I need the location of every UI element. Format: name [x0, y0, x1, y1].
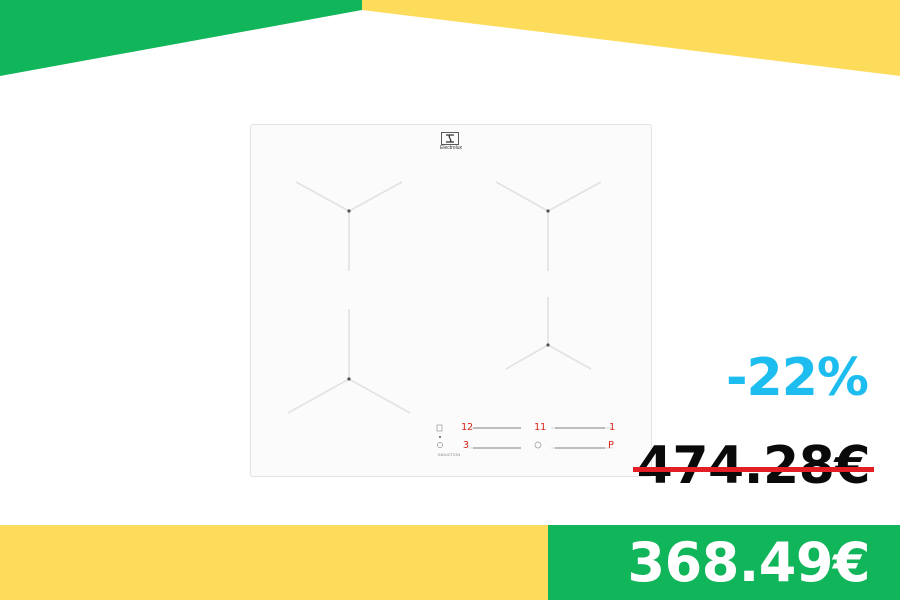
display-bottom-left: 3 — [463, 440, 470, 451]
top-left-green-band — [0, 0, 362, 76]
old-price-value: 474.28€ — [636, 436, 871, 496]
old-price: 474.28€ — [632, 440, 874, 492]
induction-label: INDUCTION — [438, 452, 461, 457]
display-top-right: 1 — [609, 422, 616, 433]
strikethrough-line — [632, 467, 874, 472]
bottom-left-yellow-band — [0, 525, 548, 600]
display-top-left: 12 — [461, 422, 474, 433]
display-bottom-right: P — [608, 440, 615, 451]
hob-zone-markings — [287, 181, 613, 449]
product-image-hob: Electrolux 12 11 1 3 P INDUCTION — [250, 124, 652, 477]
electrolux-logo-icon — [441, 132, 459, 145]
new-price: 368.49€ — [627, 531, 871, 594]
brand-name: Electrolux — [440, 145, 462, 151]
top-right-yellow-band — [362, 0, 900, 76]
display-top-middle: 11 — [534, 422, 547, 433]
discount-badge: -22% — [725, 348, 869, 408]
